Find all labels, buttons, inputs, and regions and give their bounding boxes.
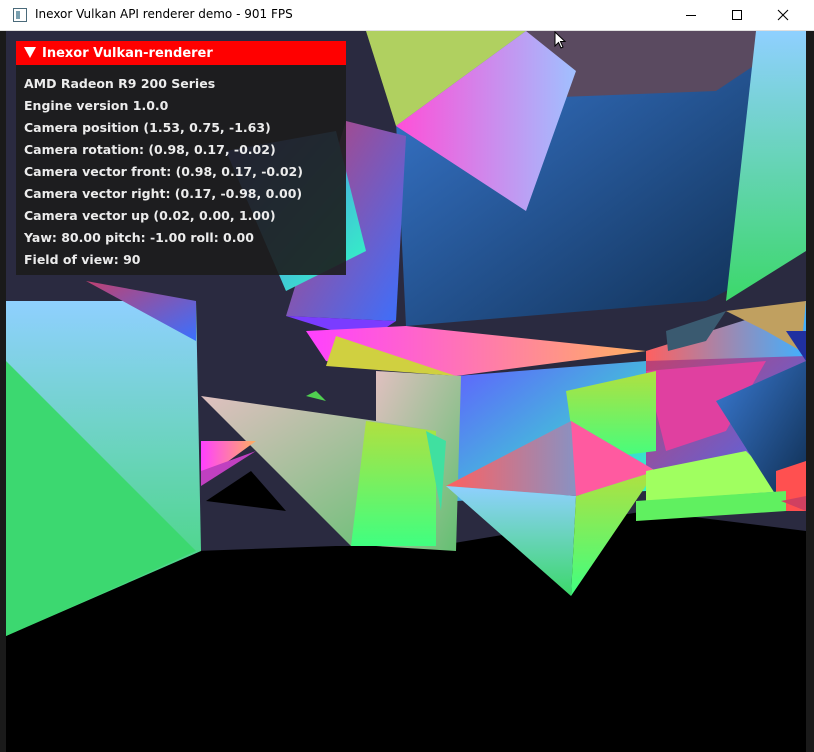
info-list: AMD Radeon R9 200 Series Engine version … bbox=[24, 76, 303, 274]
mouse-cursor-icon bbox=[554, 31, 567, 49]
gpu-name: AMD Radeon R9 200 Series bbox=[24, 76, 216, 91]
overlay-title: Inexor Vulkan-renderer bbox=[42, 46, 213, 61]
yaw-pitch-roll: Yaw: 80.00 pitch: -1.00 roll: 0.00 bbox=[24, 230, 254, 245]
maximize-icon bbox=[732, 10, 742, 20]
camera-vector-up: Camera vector up (0.02, 0.00, 1.00) bbox=[24, 208, 276, 223]
title-bar[interactable]: Inexor Vulkan API renderer demo - 901 FP… bbox=[0, 0, 814, 31]
collapse-arrow-icon[interactable] bbox=[24, 47, 36, 58]
maximize-button[interactable] bbox=[714, 0, 760, 30]
close-icon bbox=[777, 9, 789, 21]
overlay-header[interactable]: Inexor Vulkan-renderer bbox=[16, 41, 346, 65]
minimize-button[interactable] bbox=[668, 0, 714, 30]
field-of-view: Field of view: 90 bbox=[24, 252, 141, 267]
window-title: Inexor Vulkan API renderer demo - 901 FP… bbox=[35, 7, 293, 21]
window-left-border bbox=[0, 0, 6, 752]
close-button[interactable] bbox=[760, 0, 806, 30]
camera-rotation: Camera rotation: (0.98, 0.17, -0.02) bbox=[24, 142, 276, 157]
camera-vector-front: Camera vector front: (0.98, 0.17, -0.02) bbox=[24, 164, 303, 179]
engine-version: Engine version 1.0.0 bbox=[24, 98, 169, 113]
debug-overlay-panel: Inexor Vulkan-renderer AMD Radeon R9 200… bbox=[16, 41, 346, 275]
camera-position: Camera position (1.53, 0.75, -1.63) bbox=[24, 120, 271, 135]
minimize-icon bbox=[686, 15, 696, 16]
app-window: Inexor Vulkan API renderer demo - 901 FP… bbox=[0, 0, 814, 752]
app-icon bbox=[13, 8, 27, 22]
window-right-border bbox=[806, 0, 814, 752]
camera-vector-right: Camera vector right: (0.17, -0.98, 0.00) bbox=[24, 186, 303, 201]
